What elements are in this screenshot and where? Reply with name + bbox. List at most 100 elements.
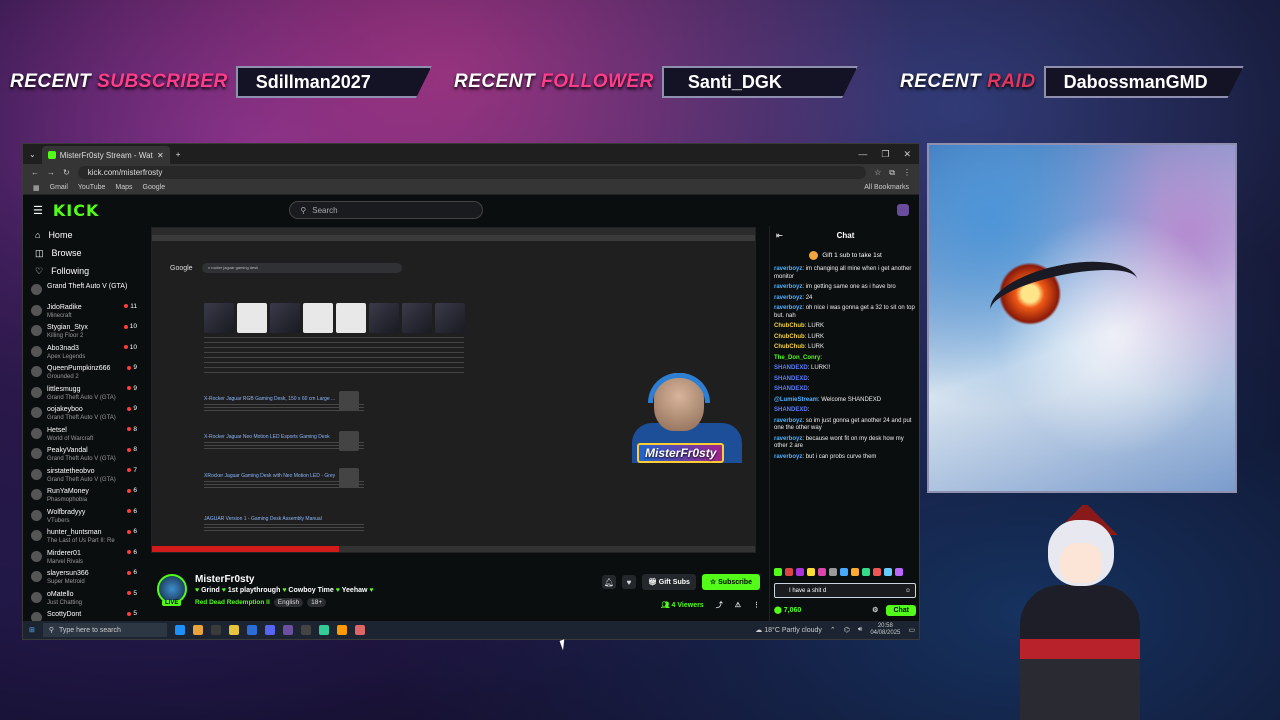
chat-username[interactable]: raverboyz [774,436,802,442]
notification-bell-icon[interactable]: 🔔︎ [601,575,616,589]
chat-username[interactable]: The_Don_Conry [774,355,820,361]
windows-start-icon[interactable]: ⊞ [29,626,35,634]
chat-username[interactable]: ChubChub [774,344,805,350]
collapse-chat-icon[interactable]: ⇤ [776,231,783,240]
new-tab-icon[interactable]: + [170,150,187,159]
more-icon[interactable]: ⋮ [753,601,760,609]
sidebar-channel[interactable]: Abo3nad3 Apex Legends 10 [23,342,145,363]
back-icon[interactable]: ← [31,168,39,177]
weather[interactable]: ☁ 18°C Partly cloudy [755,626,822,634]
chat-username[interactable]: SHANDEXD [774,365,808,371]
browser-tab[interactable]: MisterFr0sty Stream - Watc ✕ [41,146,170,164]
taskbar-search[interactable]: ⚲ Type here to search [42,623,167,637]
pinned-gift-banner[interactable]: Gift 1 sub to take 1st [774,248,917,262]
share-icon[interactable]: ⤴ [716,600,723,610]
chat-username[interactable]: SHANDEXD [774,407,808,413]
clock[interactable]: 20:58 04/08/2025 [870,623,900,637]
sidebar-channel[interactable]: sirstatetheobvo Grand Theft Auto V (GTA) 7 [23,465,145,486]
kick-favicon-icon [47,151,56,159]
chat-username[interactable]: raverboyz [774,284,802,290]
bookmark-gmail[interactable]: Gmail [50,184,68,191]
chat-username[interactable]: @LumieStream [774,397,818,403]
chrome-icon[interactable] [192,625,203,635]
network-icon[interactable]: ⌬ [844,626,850,634]
chat-username[interactable]: raverboyz [774,295,802,301]
chat-username[interactable]: raverboyz [774,266,802,272]
tab-menu-icon[interactable]: ⌄ [23,150,42,159]
volume-icon[interactable]: 🔊︎ [858,626,862,634]
chat-username[interactable]: raverboyz [774,305,802,311]
sidebar-channel[interactable]: Grand Theft Auto V (GTA) [23,280,145,301]
stream-category[interactable]: Red Dead Redemption II [195,599,270,606]
sidebar-channel[interactable]: oojakeyboo Grand Theft Auto V (GTA) 9 [23,403,145,424]
sidebar-item-home[interactable]: ⌂ Home [23,226,145,244]
url-field[interactable]: kick.com/misterfrosty [77,166,867,179]
sidebar-channel[interactable]: RunYaMoney Phasmophobia 6 [23,485,145,506]
forward-icon[interactable]: → [47,168,55,177]
sidebar-channel[interactable]: littlesmugg Grand Theft Auto V (GTA) 9 [23,383,145,404]
close-tab-icon[interactable]: ✕ [157,151,164,160]
sidebar-item-browse[interactable]: ◫ Browse [23,244,145,262]
follow-heart-icon[interactable]: ♥ [621,575,636,589]
chat-username[interactable]: raverboyz [774,454,802,460]
tray-up-icon[interactable]: ⌃ [830,626,836,634]
maximize-icon[interactable]: ❐ [881,149,889,160]
discord-icon[interactable] [264,625,275,635]
app-icon[interactable] [210,625,221,635]
kick-logo[interactable]: KICK [53,201,100,220]
chat-username[interactable]: SHANDEXD [774,386,808,392]
chat-input[interactable]: I have a shit d ☺ [774,583,916,598]
emoji-icon[interactable]: ☺ [905,588,915,594]
tag-18plus[interactable]: 18+ [307,598,327,607]
app-icon[interactable] [354,625,365,635]
report-icon[interactable]: ⚠ [735,601,741,609]
all-bookmarks[interactable]: All Bookmarks [864,184,909,191]
tag-english[interactable]: English [273,598,304,607]
sidebar-channel[interactable]: PeakyVandal Grand Theft Auto V (GTA) 8 [23,444,145,465]
sidebar-channel[interactable]: Wolfbradyyy VTubers 6 [23,506,145,527]
sidebar-channel[interactable]: Mirderer01 Marvel Rivals 6 [23,547,145,568]
channel-points[interactable]: ⬤ 7,060 [774,606,801,614]
sidebar-channel[interactable]: oMatello Just Chatting 5 [23,588,145,609]
apps-icon[interactable]: ▦ [33,184,40,192]
subscribe-button[interactable]: ☆ Subscribe [701,574,760,590]
app-icon[interactable] [318,625,329,635]
bookmark-youtube[interactable]: YouTube [78,184,106,191]
sidebar-channel[interactable]: Hetsel World of Warcraft 8 [23,424,145,445]
outlook-icon[interactable] [246,625,257,635]
viewer-count: 8 [127,426,137,433]
chat-username[interactable]: ChubChub [774,323,805,329]
sidebar-item-following[interactable]: ♡ Following [23,262,145,280]
app-icon[interactable] [282,625,293,635]
sidebar-channel[interactable]: QueenPumpkinz666 Grounded 29 [23,362,145,383]
bookmark-star-icon[interactable]: ☆ [874,168,881,177]
bookmark-google[interactable]: Google [143,184,166,191]
minimize-icon[interactable]: — [858,149,867,160]
chat-username[interactable]: ChubChub [774,334,805,340]
reload-icon[interactable]: ↻ [63,168,70,177]
chat-username[interactable]: raverboyz [774,418,802,424]
close-window-icon[interactable]: ✕ [903,149,911,160]
chat-username[interactable]: SHANDEXD [774,376,808,382]
sidebar-channel[interactable]: Stygian_Styx Killing Floor 2 10 [23,321,145,342]
menu-kebab-icon[interactable]: ⋮ [903,168,911,177]
settings-gear-icon[interactable]: ⚙ [872,606,878,614]
app-icon[interactable] [336,625,347,635]
channel-name[interactable]: MisterFr0sty [195,574,254,585]
send-chat-button[interactable]: Chat [886,604,916,616]
bookmark-maps[interactable]: Maps [115,184,132,191]
video-player[interactable]: Google x rocker jaguar gaming desk X-Roc… [151,227,756,553]
notifications-icon[interactable]: ▭ [908,626,915,634]
obs-icon[interactable] [300,625,311,635]
video-progress-bar[interactable] [152,546,755,552]
hamburger-menu-icon[interactable]: ☰ [33,204,43,217]
sidebar-channel[interactable]: hunter_huntsman The Last of Us Part II: R… [23,526,145,547]
task-view-icon[interactable] [174,625,185,635]
user-avatar[interactable] [897,204,909,216]
sidebar-channel[interactable]: JidoRadike Minecraft 11 [23,301,145,322]
file-explorer-icon[interactable] [228,625,239,635]
sidebar-channel[interactable]: slayersun366 Super Metroid 6 [23,567,145,588]
gift-subs-button[interactable]: 🎁︎ Gift Subs [641,574,696,590]
extensions-icon[interactable]: ⧉ [889,168,895,178]
kick-search-input[interactable]: ⚲ Search [289,201,484,219]
